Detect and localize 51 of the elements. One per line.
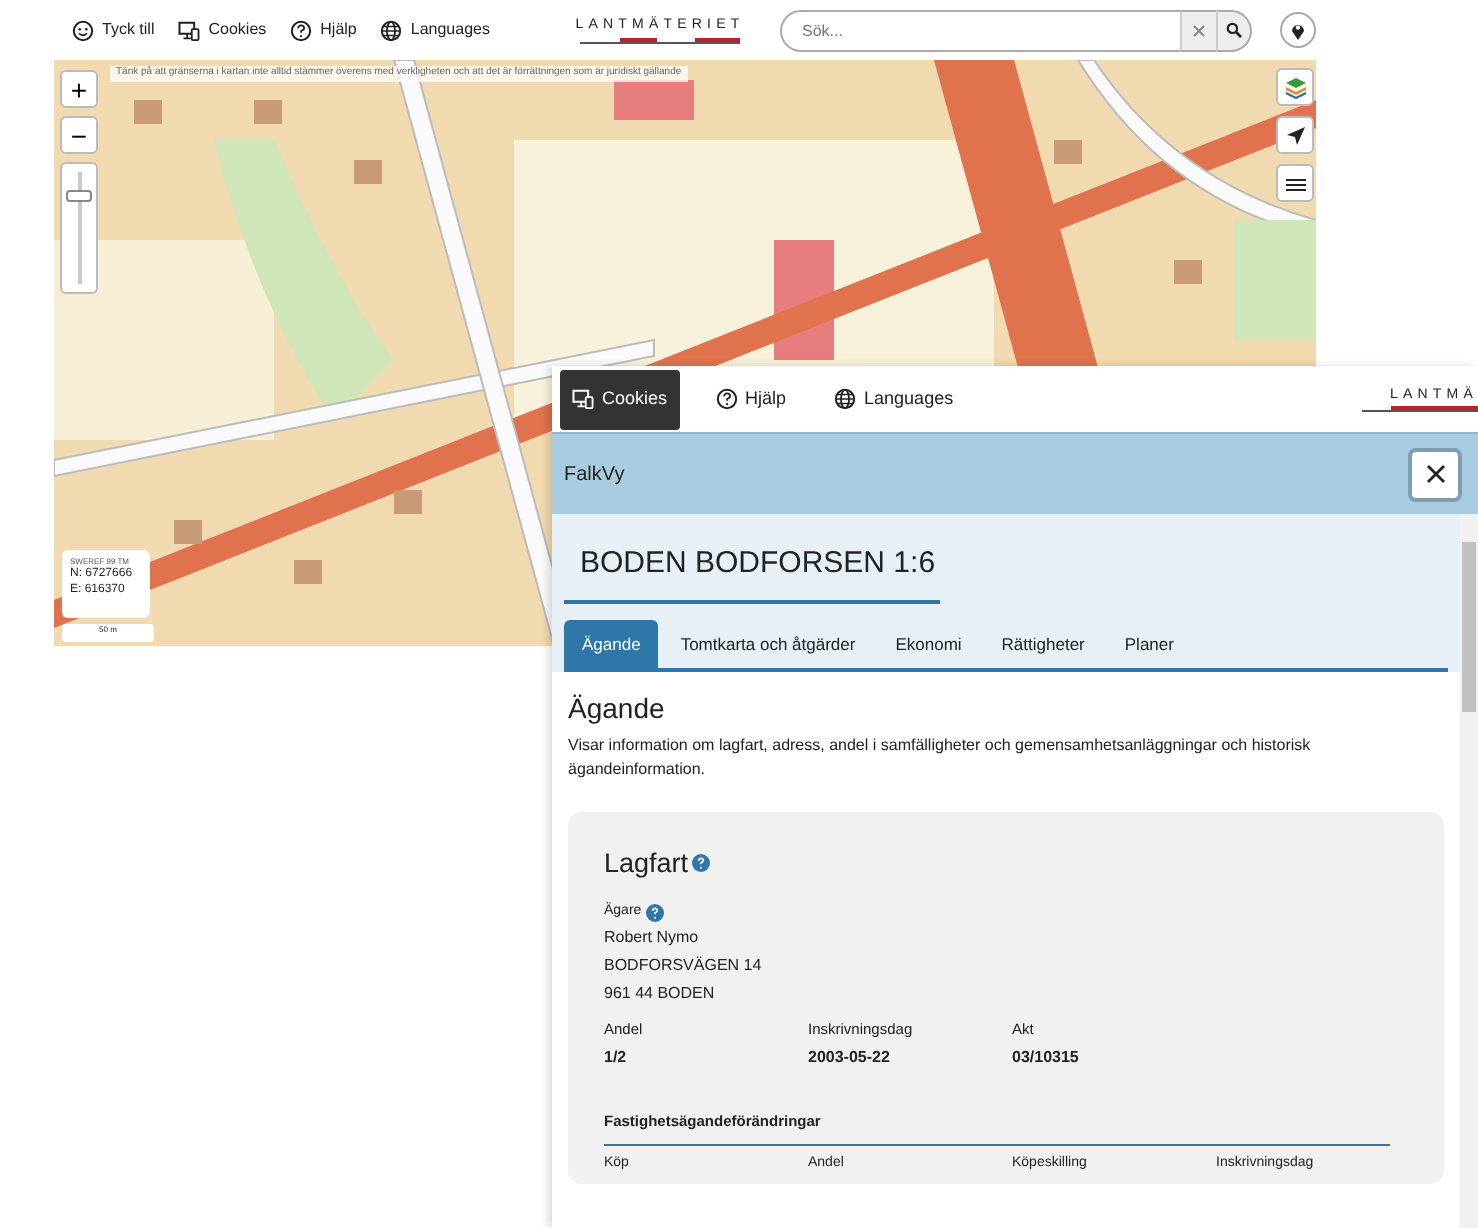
owner-info: BODFORSVÄGEN 14 [604, 953, 764, 978]
close-icon [1192, 23, 1206, 37]
menu-button[interactable] [1276, 164, 1314, 202]
toolbar-button[interactable]: Cookies [560, 369, 680, 429]
help-icon [715, 388, 738, 410]
tab[interactable]: Ägande [564, 619, 659, 669]
tab[interactable]: Planer [1106, 619, 1192, 669]
monitor-icon [178, 19, 201, 41]
help-icon[interactable] [692, 854, 711, 873]
field-value: 03/10315 [1012, 1045, 1081, 1070]
navigation-button[interactable] [1276, 116, 1314, 154]
zoom-in-button[interactable]: + [60, 70, 98, 108]
owner-info: 961 44 BODEN [604, 981, 717, 1006]
toolbar-link[interactable]: Hjälp [290, 18, 357, 42]
search-icon [1226, 22, 1242, 38]
menu-icon [1285, 175, 1305, 191]
section-heading: Ägande [568, 692, 667, 727]
search-field[interactable]: Sök... [780, 9, 1180, 51]
toolbar-button[interactable]: Languages [822, 369, 966, 429]
globe-icon [380, 19, 403, 41]
layers-icon [1283, 75, 1307, 99]
help-icon [290, 19, 313, 41]
help-icon[interactable] [645, 903, 664, 922]
section-description: Visar information om lagfart, adress, andel i samfälligheter och gemensamhetsanläggningar och historisk ägandeinformation. [568, 734, 1313, 783]
toolbar-link[interactable]: Cookies [178, 18, 267, 42]
navigation-icon [1285, 125, 1305, 145]
panel-title: FalkVy [564, 461, 625, 489]
tab[interactable]: Ekonomi [877, 619, 980, 669]
monitor-icon [572, 388, 594, 410]
scrollbar[interactable] [1460, 514, 1478, 1228]
slider-thumb[interactable] [66, 190, 92, 203]
tab[interactable]: Tomtkarta och åtgärder [662, 619, 874, 669]
layers-button[interactable] [1276, 68, 1314, 106]
card-title: Lagfart [604, 845, 689, 882]
globe-icon [834, 388, 857, 410]
location-button[interactable] [1280, 12, 1316, 48]
owner-info: Robert Nymo [604, 925, 701, 950]
zoom-slider[interactable] [60, 162, 98, 294]
field-value: 2003-05-22 [808, 1045, 892, 1070]
field-value: 1/2 [604, 1045, 629, 1070]
search-button[interactable] [1216, 9, 1252, 51]
close-icon [1425, 464, 1445, 484]
toolbar-link[interactable]: Languages [380, 18, 490, 42]
tab[interactable]: Rättigheter [983, 619, 1103, 669]
property-title: BODEN BODFORSEN 1:6 [564, 542, 940, 603]
pin-icon [1290, 20, 1306, 40]
zoom-out-button[interactable]: − [60, 116, 98, 154]
toolbar-button[interactable]: Hjälp [703, 369, 799, 429]
close-button[interactable] [1408, 447, 1462, 501]
toolbar-link[interactable]: Tyck till [72, 18, 155, 42]
smiley-icon [72, 19, 94, 41]
